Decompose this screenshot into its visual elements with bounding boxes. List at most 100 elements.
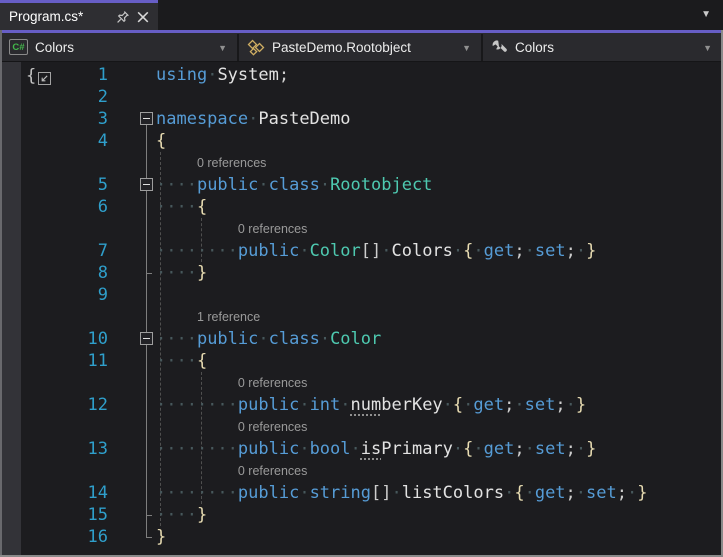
token: · bbox=[381, 241, 392, 261]
fold-toggle[interactable] bbox=[140, 332, 153, 345]
chevron-down-icon: ▼ bbox=[218, 43, 227, 53]
codelens-references[interactable]: 0 references bbox=[238, 218, 307, 240]
code-text[interactable]: ····} bbox=[156, 262, 207, 284]
token: · bbox=[575, 439, 587, 459]
token: ···· bbox=[156, 505, 197, 525]
code-text[interactable]: ········public·bool·isPrimary·{·get;·set… bbox=[156, 438, 596, 460]
line-number: 3 bbox=[97, 109, 108, 129]
line-number: 7 bbox=[97, 241, 108, 261]
line-number: 12 bbox=[87, 395, 108, 415]
token: listColors bbox=[401, 483, 505, 503]
tab-list-caret-icon[interactable]: ▼ bbox=[701, 9, 711, 20]
navigation-bar: C# Colors ▼ PasteDemo.Rootobject ▼ Color… bbox=[0, 33, 723, 62]
token: · bbox=[391, 483, 402, 503]
codelens-references[interactable]: 0 references bbox=[238, 460, 307, 482]
code-row: 11 ····{ bbox=[2, 350, 721, 372]
line-number: 11 bbox=[87, 351, 108, 371]
token: ; bbox=[278, 65, 290, 85]
code-editor[interactable]: { 1 using·System; 2 3 namespace·PasteDemo 4{0… bbox=[2, 62, 721, 555]
line-number: 6 bbox=[97, 197, 108, 217]
document-tab[interactable]: Program.cs* × bbox=[0, 0, 158, 30]
line-number: 10 bbox=[87, 329, 108, 349]
code-row: 6 ····{ bbox=[2, 196, 721, 218]
code-text[interactable]: using·System; bbox=[156, 64, 289, 86]
token: · bbox=[299, 395, 310, 415]
pin-icon[interactable] bbox=[114, 8, 132, 26]
token: ········ bbox=[156, 483, 238, 503]
token: get bbox=[473, 395, 505, 415]
code-row: 13 ········public·bool·isPrimary·{·get;·s… bbox=[2, 438, 721, 460]
wrench-member-icon bbox=[492, 39, 507, 52]
token: · bbox=[575, 241, 587, 261]
code-text[interactable]: ····public·class·Rootobject bbox=[156, 174, 432, 196]
token: · bbox=[248, 109, 259, 129]
codelens-row: 1 reference bbox=[2, 306, 721, 328]
fold-toggle[interactable] bbox=[140, 112, 153, 125]
navbar-separator bbox=[481, 34, 483, 61]
code-text[interactable]: ········public·string[]·listColors·{·get… bbox=[156, 482, 648, 504]
token: · bbox=[565, 395, 576, 415]
token: int bbox=[309, 395, 341, 415]
code-text[interactable]: ····public·class·Color bbox=[156, 328, 381, 350]
code-row: 3 namespace·PasteDemo bbox=[2, 108, 721, 130]
fold-toggle[interactable] bbox=[140, 178, 153, 191]
token: · bbox=[258, 175, 269, 195]
type-dropdown-label: PasteDemo.Rootobject bbox=[272, 39, 411, 55]
project-dropdown[interactable]: C# Colors ▼ bbox=[2, 33, 236, 61]
line-number: 2 bbox=[97, 87, 108, 107]
token: · bbox=[299, 483, 310, 503]
code-row: 7 ········public·Color[]·Colors·{·get;·se… bbox=[2, 240, 721, 262]
type-dropdown[interactable]: PasteDemo.Rootobject ▼ bbox=[240, 33, 480, 61]
codelens-references[interactable]: 1 reference bbox=[197, 306, 260, 328]
token: · bbox=[524, 483, 535, 503]
token: set bbox=[524, 395, 556, 415]
token: ···· bbox=[156, 329, 197, 349]
line-number: 16 bbox=[87, 527, 108, 547]
line-number: 13 bbox=[87, 439, 108, 459]
token: Rootobject bbox=[330, 175, 433, 195]
token: string bbox=[309, 483, 371, 503]
token: set bbox=[586, 483, 617, 503]
close-icon[interactable]: × bbox=[134, 7, 152, 26]
token: class bbox=[268, 329, 320, 349]
token: ········ bbox=[156, 395, 238, 415]
token: bool bbox=[309, 439, 351, 459]
code-row: 15 ····} bbox=[2, 504, 721, 526]
codelens-references[interactable]: 0 references bbox=[238, 416, 307, 438]
token: } bbox=[196, 263, 208, 283]
token: num bbox=[350, 395, 382, 415]
code-text[interactable]: ········public·int·numberKey·{·get;·set;… bbox=[156, 394, 586, 416]
code-row: 9 bbox=[2, 284, 721, 306]
token: berKey bbox=[381, 395, 443, 415]
token: namespace bbox=[156, 109, 249, 129]
code-row: 8 ····} bbox=[2, 262, 721, 284]
codelens-references[interactable]: 0 references bbox=[197, 152, 266, 174]
token: · bbox=[524, 439, 535, 459]
token: · bbox=[627, 483, 638, 503]
token: Color bbox=[309, 241, 361, 261]
line-number: 8 bbox=[97, 263, 108, 283]
line-number: 1 bbox=[97, 65, 108, 85]
code-text[interactable]: } bbox=[156, 526, 166, 548]
token: · bbox=[463, 395, 474, 415]
token: } bbox=[586, 439, 597, 459]
code-text[interactable]: namespace·PasteDemo bbox=[156, 108, 351, 130]
code-text[interactable]: ····{ bbox=[156, 196, 207, 218]
token: · bbox=[350, 439, 361, 459]
member-dropdown[interactable]: Colors ▼ bbox=[484, 33, 721, 61]
line-number: 5 bbox=[97, 175, 108, 195]
token: · bbox=[299, 439, 310, 459]
token: } bbox=[637, 483, 648, 503]
code-text[interactable]: ····} bbox=[156, 504, 207, 526]
codelens-references[interactable]: 0 references bbox=[238, 372, 307, 394]
codelens-row: 0 references bbox=[2, 218, 721, 240]
token: get bbox=[483, 439, 515, 459]
code-text[interactable]: ····{ bbox=[156, 350, 207, 372]
token: ; bbox=[565, 483, 576, 503]
token: ; bbox=[555, 395, 566, 415]
token: get bbox=[483, 241, 515, 261]
token: ; bbox=[565, 241, 576, 261]
code-text[interactable]: ········public·Color[]·Colors·{·get;·set… bbox=[156, 240, 596, 262]
code-text[interactable]: { bbox=[156, 130, 166, 152]
token: Color bbox=[330, 329, 382, 349]
